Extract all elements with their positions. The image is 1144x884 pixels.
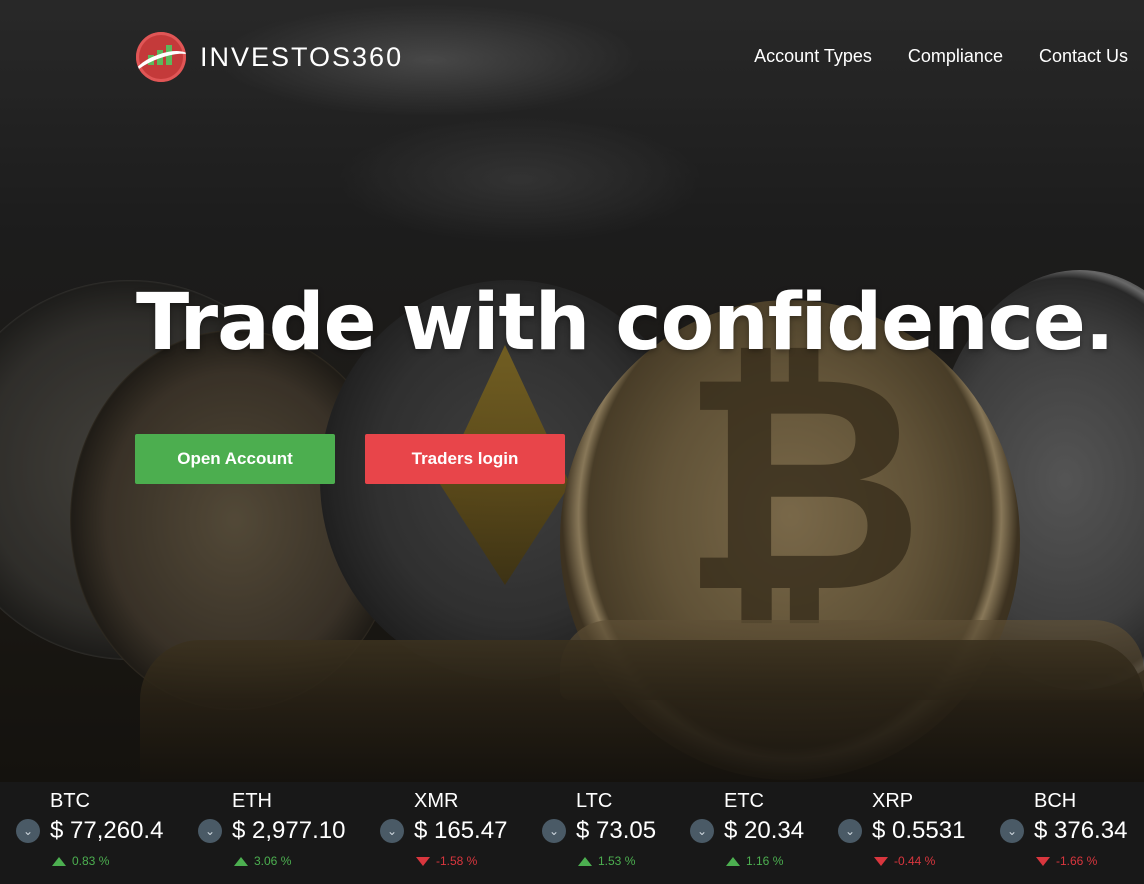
main-nav: Account Types Compliance Contact Us xyxy=(754,46,1128,67)
ticker-symbol: ETC xyxy=(724,790,764,812)
ticker-symbol: BCH xyxy=(1034,790,1077,812)
ticker-price: $ 77,260.4 xyxy=(50,817,164,844)
ticker-change: 1.53 % xyxy=(598,854,636,868)
ticker-price: $ 20.34 xyxy=(724,817,805,844)
ticker-price: $ 73.05 xyxy=(576,817,657,844)
ticker-symbol: XRP xyxy=(872,790,914,812)
ticker-price: $ 2,977.10 xyxy=(232,817,346,844)
chevron-down-icon[interactable]: ⌄ xyxy=(838,819,862,843)
ticker-change: 0.83 % xyxy=(72,854,110,868)
ticker-symbol: BTC xyxy=(50,790,90,812)
traders-login-button[interactable]: Traders login xyxy=(365,434,565,484)
ticker-change: 1.16 % xyxy=(746,854,784,868)
chevron-down-icon[interactable]: ⌄ xyxy=(542,819,566,843)
ticker-price: $ 376.34 xyxy=(1034,817,1128,844)
ticker-symbol: ETH xyxy=(232,790,272,812)
arrow-up-icon xyxy=(726,856,740,866)
brand-name: INVESTOS360 xyxy=(200,41,404,72)
hero-headline: Trade with confidence. xyxy=(136,278,1114,368)
arrow-up-icon xyxy=(52,856,66,866)
ticker-symbol: LTC xyxy=(576,790,613,812)
chevron-down-icon[interactable]: ⌄ xyxy=(1000,819,1024,843)
ticker-price: $ 0.5531 xyxy=(872,817,966,844)
chevron-down-icon[interactable]: ⌄ xyxy=(16,819,40,843)
ticker-change: -1.58 % xyxy=(436,854,478,868)
arrow-down-icon xyxy=(874,856,888,866)
arrow-down-icon xyxy=(416,856,430,866)
hero-overlay xyxy=(0,0,1144,782)
ticker-symbol: XMR xyxy=(414,790,459,812)
arrow-down-icon xyxy=(1036,856,1050,866)
chevron-down-icon[interactable]: ⌄ xyxy=(198,819,222,843)
arrow-up-icon xyxy=(234,856,248,866)
hero-background: ₿ xyxy=(0,0,1144,782)
chart-bars-icon xyxy=(136,32,186,82)
open-account-button[interactable]: Open Account xyxy=(135,434,335,484)
price-ticker: BTC ⌄ $ 77,260.4 0.83 % ETH ⌄ $ 2,977.10… xyxy=(0,782,1144,884)
nav-account-types[interactable]: Account Types xyxy=(754,46,872,67)
ticker-price: $ 165.47 xyxy=(414,817,508,844)
ticker-change: -0.44 % xyxy=(894,854,936,868)
brand-logo[interactable]: INVESTOS360 xyxy=(136,32,403,82)
chevron-down-icon[interactable]: ⌄ xyxy=(380,819,404,843)
ticker-change: 3.06 % xyxy=(254,854,292,868)
chevron-down-icon[interactable]: ⌄ xyxy=(690,819,714,843)
ticker-change: -1.66 % xyxy=(1056,854,1098,868)
nav-compliance[interactable]: Compliance xyxy=(908,46,1003,67)
nav-contact-us[interactable]: Contact Us xyxy=(1039,46,1128,67)
arrow-up-icon xyxy=(578,856,592,866)
